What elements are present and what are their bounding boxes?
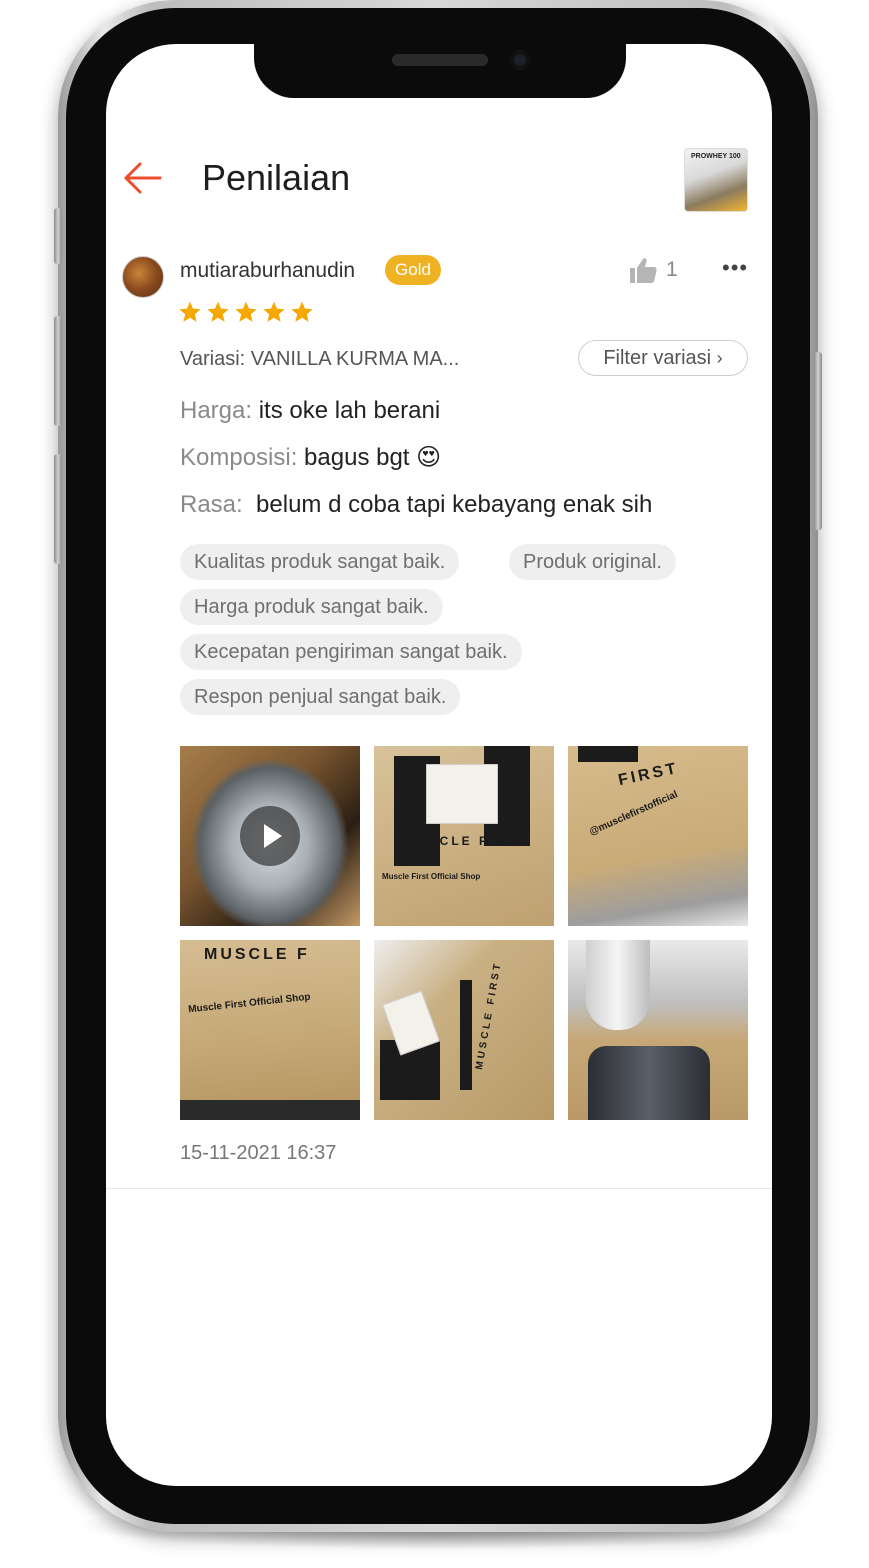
star-icon: [179, 301, 201, 322]
photo-text: MUSCLE F: [204, 946, 310, 963]
avatar[interactable]: [122, 256, 164, 298]
front-camera: [510, 50, 530, 70]
review-video-thumbnail[interactable]: [180, 746, 360, 926]
review-line-value: bagus bgt 😍: [304, 444, 442, 471]
photo-text: MUSCLE FIRST: [404, 834, 529, 848]
review-line-value: its oke lah berani: [258, 397, 441, 424]
back-arrow-icon[interactable]: [120, 156, 164, 200]
photo-text: @musclefirstofficial: [587, 789, 680, 838]
star-icon: [207, 301, 229, 322]
more-options-icon[interactable]: •••: [722, 257, 747, 282]
review-line-composition: Komposisi: bagus bgt 😍: [180, 443, 441, 473]
review-tag: Kecepatan pengiriman sangat baik.: [180, 634, 522, 670]
review-photo[interactable]: [568, 940, 748, 1120]
product-thumbnail[interactable]: PROWHEY 100: [684, 148, 748, 212]
review-line-price: Harga: its oke lah berani: [180, 396, 440, 426]
like-count: 1: [666, 258, 678, 281]
chevron-right-icon: ›: [716, 348, 723, 368]
star-icon: [291, 301, 313, 322]
member-badge: Gold: [385, 255, 441, 285]
reviewer-username[interactable]: mutiaraburhanudin: [180, 257, 355, 285]
review-line-key: Rasa:: [180, 491, 243, 518]
photo-text: Muscle First Official Shop: [187, 991, 312, 1016]
photo-text: FIRST: [616, 759, 681, 790]
photo-text: Muscle First Official Shop: [382, 872, 481, 881]
review-line-key: Komposisi:: [180, 444, 298, 471]
review-tag: Produk original.: [509, 544, 676, 580]
speaker-grille: [392, 54, 488, 66]
phone-notch: [254, 40, 626, 98]
page-title: Penilaian: [202, 157, 351, 198]
play-button[interactable]: [240, 806, 300, 866]
volume-down-button: [54, 454, 62, 564]
review-photo[interactable]: FIRST @musclefirstofficial: [568, 746, 748, 926]
screen: Penilaian PROWHEY 100 mutiaraburhanudin …: [106, 44, 772, 1486]
filter-variation-button[interactable]: Filter variasi ›: [578, 340, 748, 376]
divider: [106, 1188, 772, 1189]
mute-switch: [54, 208, 62, 264]
review-photo[interactable]: MUSCLE FIRST: [374, 940, 554, 1120]
review-tag: Respon penjual sangat baik.: [180, 679, 461, 715]
filter-variation-label: Filter variasi: [603, 347, 712, 369]
volume-up-button: [54, 316, 62, 426]
thumbs-up-icon[interactable]: [628, 256, 658, 284]
star-icon: [235, 301, 257, 322]
review-tag: Kualitas produk sangat baik.: [180, 544, 460, 580]
power-button: [814, 352, 822, 530]
review-line-value: belum d coba tapi kebayang enak sih: [249, 491, 653, 518]
review-line-taste: Rasa: belum d coba tapi kebayang enak si…: [180, 490, 652, 520]
play-icon: [264, 824, 282, 848]
variation-label: Variasi: VANILLA KURMA MA...: [180, 348, 460, 370]
review-line-key: Harga:: [180, 397, 253, 424]
review-tag: Harga produk sangat baik.: [180, 589, 443, 625]
review-photo[interactable]: MUSCLE FIRST Muscle First Official Shop: [374, 746, 554, 926]
review-photo[interactable]: MUSCLE F Muscle First Official Shop: [180, 940, 360, 1120]
product-thumbnail-label: PROWHEY 100: [691, 153, 741, 160]
review-timestamp: 15-11-2021 16:37: [180, 1142, 337, 1164]
photo-text: MUSCLE FIRST: [473, 960, 504, 1071]
rating-stars: [178, 300, 314, 324]
star-icon: [263, 301, 285, 322]
